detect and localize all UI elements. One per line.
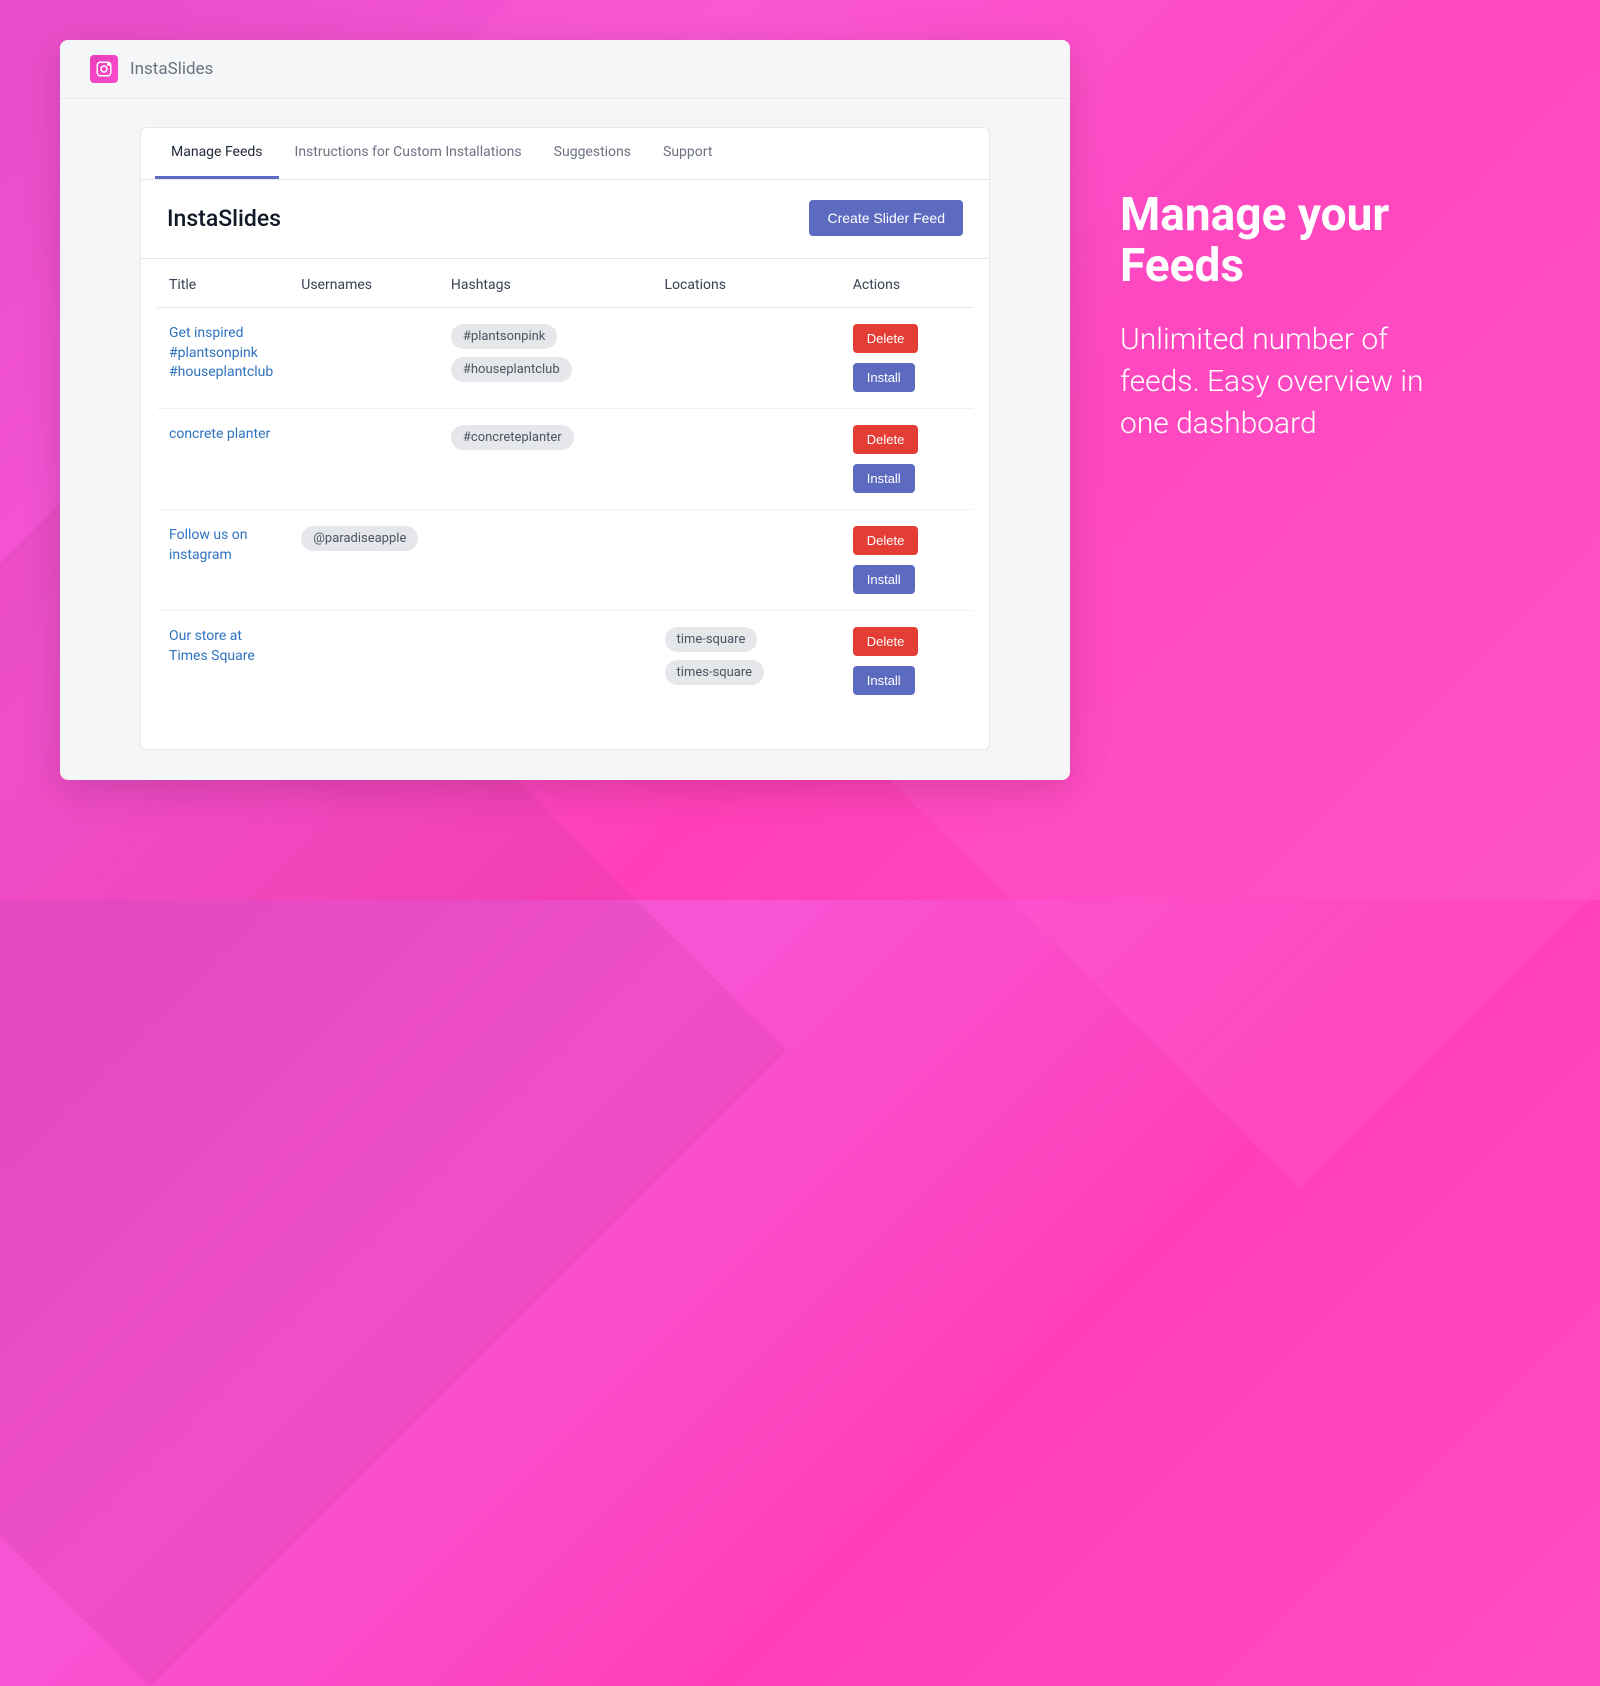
table-row: concrete planter #concreteplanter Delete… <box>157 409 973 510</box>
install-button[interactable]: Install <box>853 363 915 392</box>
tab-instructions[interactable]: Instructions for Custom Installations <box>279 128 538 179</box>
table-row: Follow us on instagram @paradiseapple De… <box>157 510 973 611</box>
delete-button[interactable]: Delete <box>853 526 919 555</box>
table-row: Get inspired #plantsonpink #houseplantcl… <box>157 308 973 409</box>
hashtag-pill: #plantsonpink <box>451 324 558 349</box>
feed-title-link[interactable]: Our store at Times Square <box>169 628 255 664</box>
col-header-title: Title <box>157 259 289 308</box>
app-title: InstaSlides <box>130 59 213 79</box>
install-button[interactable]: Install <box>853 666 915 695</box>
col-header-actions: Actions <box>841 259 973 308</box>
hashtag-pill: #houseplantclub <box>451 357 572 382</box>
hashtag-pill: #concreteplanter <box>451 425 574 450</box>
create-slider-feed-button[interactable]: Create Slider Feed <box>809 200 963 236</box>
tab-manage-feeds[interactable]: Manage Feeds <box>155 128 279 179</box>
location-pill: times-square <box>665 660 765 685</box>
tab-suggestions[interactable]: Suggestions <box>538 128 647 179</box>
promo-panel: Manage your Feeds Unlimited number of fe… <box>1120 40 1470 445</box>
delete-button[interactable]: Delete <box>853 627 919 656</box>
tabs-bar: Manage Feeds Instructions for Custom Ins… <box>141 128 989 180</box>
content-header: InstaSlides Create Slider Feed <box>141 180 989 259</box>
page-title: InstaSlides <box>167 205 281 232</box>
main-panel: Manage Feeds Instructions for Custom Ins… <box>140 127 990 750</box>
location-pill: time-square <box>665 627 758 652</box>
promo-title: Manage your Feeds <box>1120 190 1470 291</box>
feeds-table: Title Usernames Hashtags Locations Actio… <box>157 259 973 711</box>
tab-support[interactable]: Support <box>647 128 728 179</box>
install-button[interactable]: Install <box>853 464 915 493</box>
app-logo-icon <box>90 55 118 83</box>
col-header-hashtags: Hashtags <box>439 259 653 308</box>
delete-button[interactable]: Delete <box>853 324 919 353</box>
promo-text: Unlimited number of feeds. Easy overview… <box>1120 319 1470 445</box>
app-window: InstaSlides Manage Feeds Instructions fo… <box>60 40 1070 780</box>
feed-title-link[interactable]: Follow us on instagram <box>169 527 248 563</box>
delete-button[interactable]: Delete <box>853 425 919 454</box>
col-header-usernames: Usernames <box>289 259 439 308</box>
feed-title-link[interactable]: Get inspired #plantsonpink #houseplantcl… <box>169 325 273 380</box>
app-header: InstaSlides <box>60 40 1070 99</box>
table-row: Our store at Times Square time-square ti… <box>157 611 973 712</box>
feed-title-link[interactable]: concrete planter <box>169 426 270 442</box>
username-pill: @paradiseapple <box>301 526 418 551</box>
install-button[interactable]: Install <box>853 565 915 594</box>
col-header-locations: Locations <box>653 259 841 308</box>
